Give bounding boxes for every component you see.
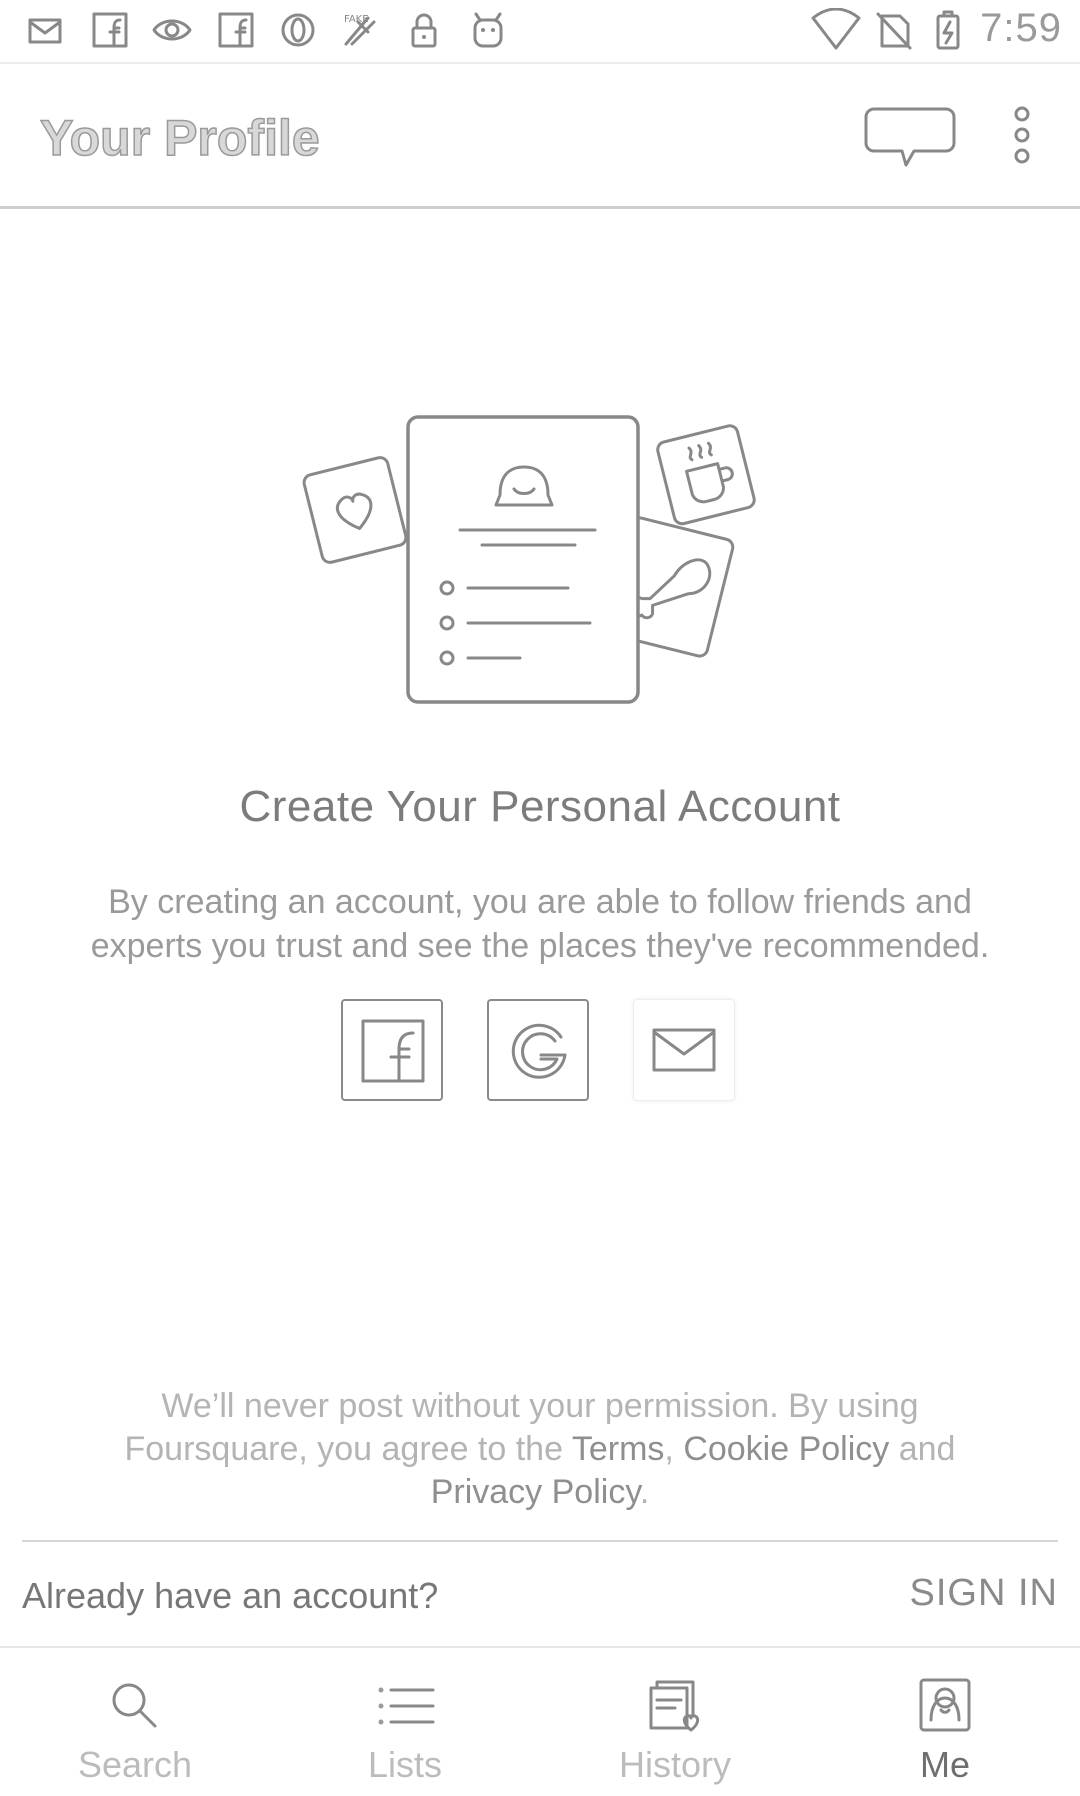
bottom-navigation: Search Lists History Me (0, 1646, 1080, 1796)
search-icon (112, 1683, 157, 1728)
terms-link[interactable]: Terms (572, 1430, 665, 1468)
facebook-icon (361, 1019, 425, 1083)
coffee-card-icon (656, 424, 756, 526)
more-options-button[interactable] (1000, 102, 1044, 168)
nav-item-me[interactable]: Me (810, 1648, 1080, 1796)
nav-label-history: History (618, 1744, 731, 1785)
status-bar: FAKE 7:59 (0, 0, 1080, 64)
eye-icon (150, 8, 194, 52)
description: By creating an account, you are able to … (90, 883, 990, 965)
svg-text:FAKE: FAKE (344, 14, 369, 25)
privacy-policy-link[interactable]: Privacy Policy (431, 1473, 640, 1511)
google-signup-button[interactable] (487, 999, 589, 1101)
lock-icon (402, 8, 446, 52)
profile-document-icon (406, 415, 640, 704)
heart-card-icon (302, 456, 408, 564)
google-icon (511, 1023, 567, 1079)
disclaimer-period: . (639, 1473, 650, 1511)
divider (22, 1540, 1058, 1542)
fake-gps-icon: FAKE (338, 8, 382, 52)
nav-label-search: Search (77, 1744, 193, 1785)
wifi-icon (810, 8, 862, 52)
sign-in-button[interactable]: SIGN IN (910, 1572, 1058, 1615)
nav-label-lists: Lists (367, 1744, 443, 1785)
nav-item-lists[interactable]: Lists (270, 1648, 540, 1796)
headline: Create Your Personal Account (239, 782, 841, 831)
history-icon (649, 1680, 700, 1732)
opera-icon (276, 8, 320, 52)
cookie-policy-link[interactable]: Cookie Policy (683, 1430, 889, 1468)
email-icon (652, 1028, 716, 1072)
disclaimer: We’ll never post without your permission… (90, 1385, 990, 1514)
facebook-signup-button[interactable] (341, 999, 443, 1101)
facebook-icon (88, 8, 132, 52)
profile-illustration (300, 405, 780, 725)
nav-label-me: Me (919, 1744, 970, 1785)
list-icon (378, 1687, 435, 1725)
no-sim-icon (872, 8, 916, 52)
page-title: Your Profile (39, 109, 320, 167)
chat-button[interactable] (862, 99, 958, 171)
battery-charging-icon (926, 8, 970, 52)
mail-icon (24, 8, 68, 52)
nav-item-history[interactable]: History (540, 1648, 810, 1796)
nav-item-search[interactable]: Search (0, 1648, 270, 1796)
android-icon (466, 8, 510, 52)
already-have-account-text: Already have an account? (22, 1575, 439, 1616)
disclaimer-and: and (889, 1430, 956, 1468)
email-signup-button[interactable] (633, 999, 735, 1101)
more-vert-icon (1014, 106, 1030, 164)
status-time: 7:59 (980, 6, 1062, 50)
disclaimer-comma: , (664, 1430, 684, 1468)
app-bar: Your Profile (0, 64, 1080, 209)
profile-icon (919, 1678, 971, 1732)
chat-bubble-icon (864, 107, 956, 167)
facebook-icon (214, 8, 258, 52)
